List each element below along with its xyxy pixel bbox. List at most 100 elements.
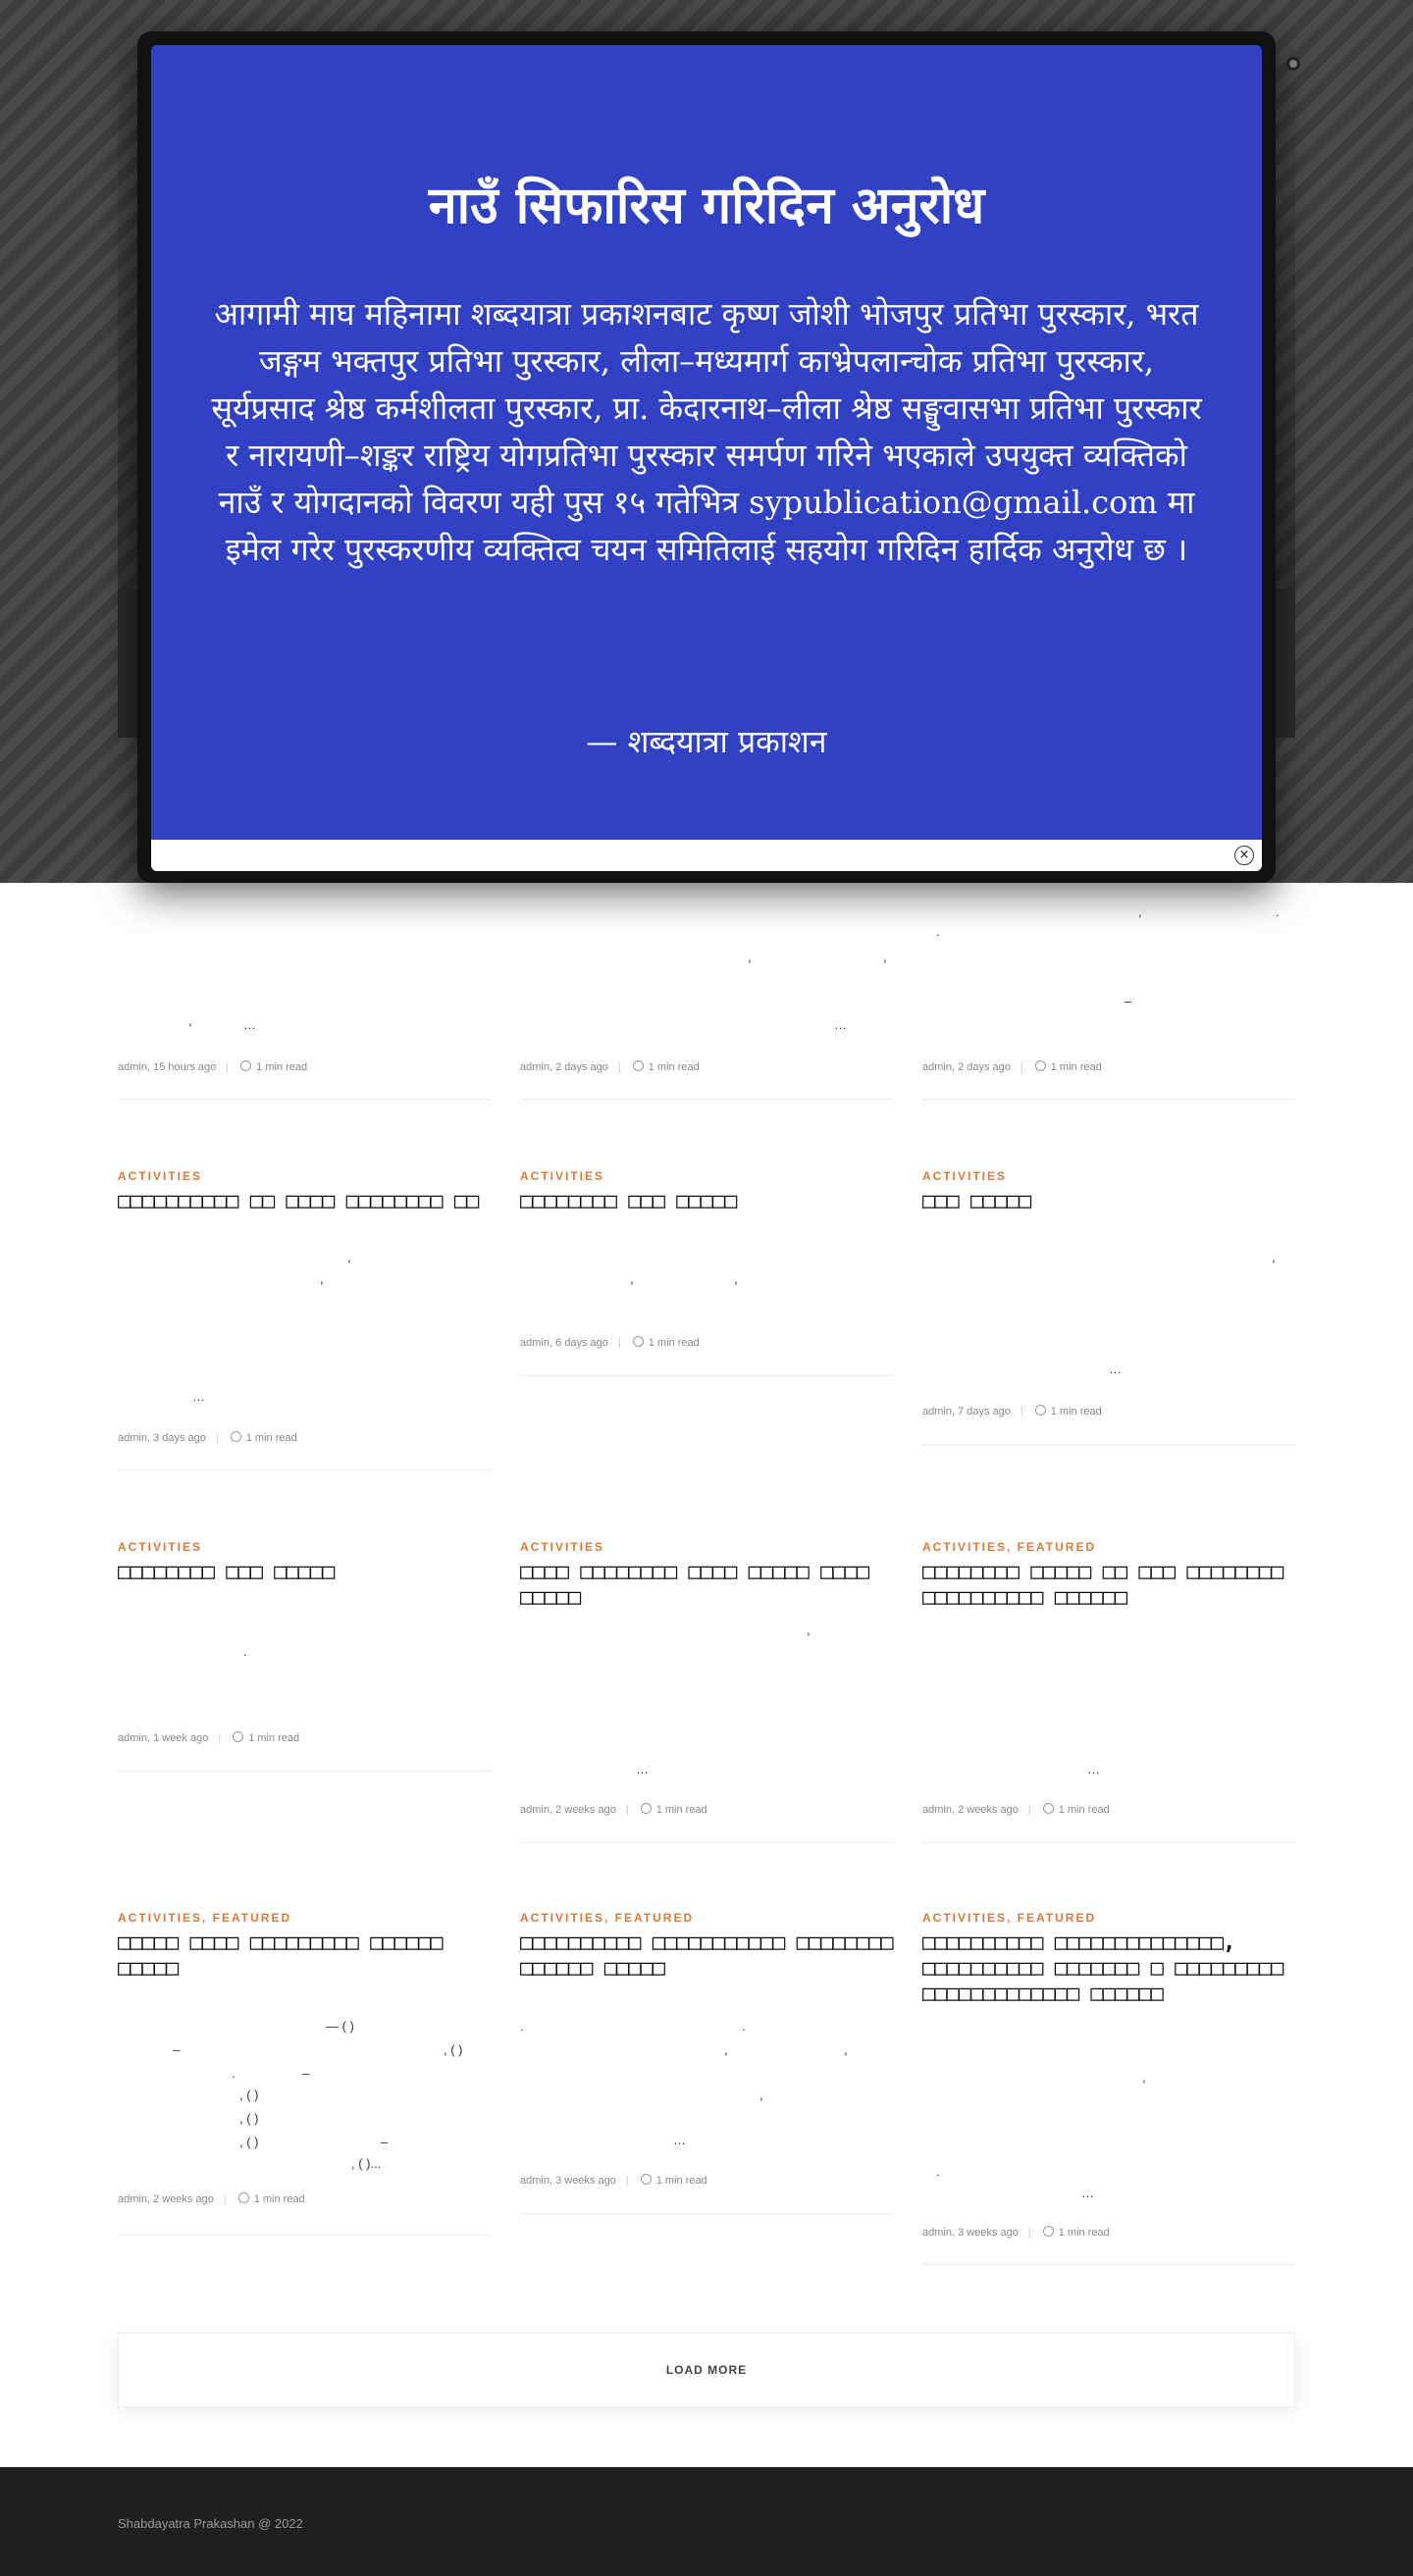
divider <box>922 1099 1295 1100</box>
modal-signature: — शब्दयात्रा प्रकाशन <box>586 723 827 760</box>
post-category[interactable]: ACTIVITIES <box>922 1169 1295 1183</box>
post-category[interactable]: ACTIVITIES, FEATURED <box>520 1911 893 1925</box>
excerpt-fragment: … <box>1081 2186 1094 2200</box>
post-card[interactable]: ACTIVITIES □□□□□□□□□□ □□ □□□□ □□□□□□□□ □… <box>118 1169 491 1470</box>
read-time: 1 min read <box>253 2193 305 2205</box>
post-category[interactable]: ACTIVITIES, FEATURED <box>922 1540 1295 1554</box>
clock-icon <box>233 1731 244 1742</box>
load-more-button[interactable]: LOAD MORE <box>118 2333 1295 2407</box>
excerpt-fragment: , <box>347 1250 351 1264</box>
excerpt-fragment: – <box>381 2135 389 2149</box>
read-time: 1 min read <box>256 1061 308 1073</box>
excerpt-fragment: — ( ) <box>326 2019 354 2034</box>
post-title[interactable]: □□□□□□□□ □□□□□ □□ □□□ □□□□□□□□ □□□□□□□□□… <box>922 1560 1295 1611</box>
post-category[interactable]: ACTIVITIES <box>118 1540 491 1554</box>
excerpt-fragment: … <box>673 2133 686 2147</box>
excerpt-fragment: , <box>734 1271 738 1286</box>
clock-icon <box>1034 1060 1046 1071</box>
read-time: 1 min read <box>245 1432 297 1444</box>
post-category[interactable]: ACTIVITIES <box>520 1540 893 1554</box>
post-author-date: admin, 3 weeks ago <box>520 2175 616 2187</box>
post-title[interactable]: □□□□□□□□□□ □□□□□□□□□□□ □□□□□□□□ □□□□□□ □… <box>520 1931 894 1982</box>
post-author-date: admin, 2 weeks ago <box>118 2193 214 2205</box>
post-card[interactable]: ACTIVITIES □□□ □□□□□ , … admin, 7 days a… <box>922 1169 1295 1445</box>
divider <box>520 1099 893 1100</box>
post-author-date: admin, 1 week ago <box>118 1732 209 1744</box>
post-card[interactable]: , . . – admin, 2 days ago | 1 min read <box>922 883 1295 1101</box>
post-category[interactable]: ACTIVITIES <box>520 1169 893 1183</box>
settings-icon[interactable] <box>1286 57 1300 71</box>
excerpt-fragment: . <box>936 2164 940 2179</box>
post-title[interactable]: □□□□□□□□□□ □□□□□□□□□□□□□□, □□□□□□□□□□ □□… <box>922 1931 1295 2007</box>
clock-icon <box>640 2174 652 2185</box>
excerpt-fragment: … <box>243 1017 256 1032</box>
post-title[interactable]: □□□□□□□□ □□□ □□□□□ <box>520 1189 893 1214</box>
modal-title: नाउँ सिफारिस गरिदिन अनुरोध <box>428 176 985 235</box>
post-category[interactable]: ACTIVITIES, FEATURED <box>118 1911 491 1925</box>
excerpt-fragment: , ( ) <box>444 2042 463 2057</box>
modal-footer: × <box>151 840 1262 871</box>
post-card[interactable]: ACTIVITIES, FEATURED □□□□□□□□□□ □□□□□□□□… <box>922 1911 1295 2265</box>
divider <box>922 2264 1295 2265</box>
excerpt-fragment: … <box>1087 1762 1100 1777</box>
excerpt-fragment: – <box>1125 994 1132 1008</box>
excerpt-fragment: , <box>1272 1250 1276 1264</box>
excerpt-fragment: , <box>844 2042 848 2057</box>
post-author-date: admin, 2 days ago <box>922 1061 1011 1073</box>
divider <box>922 1444 1295 1445</box>
read-time: 1 min read <box>655 2175 707 2187</box>
excerpt-fragment: , <box>759 2087 763 2102</box>
excerpt-fragment: , ( ) <box>239 2135 259 2149</box>
post-title[interactable]: □□□ □□□□□ <box>922 1189 1295 1214</box>
post-author-date: admin, 15 hours ago <box>118 1061 217 1073</box>
read-time: 1 min read <box>1050 1061 1102 1073</box>
excerpt-fragment: , <box>748 950 752 964</box>
post-card[interactable]: ACTIVITIES □□□□□□□□ □□□ □□□□□ . admin, 1… <box>118 1540 491 1772</box>
excerpt-fragment: . <box>232 2066 236 2081</box>
post-meta: admin, 1 week ago | 1 min read <box>118 1731 300 1744</box>
excerpt-fragment: … <box>192 1389 205 1404</box>
excerpt-fragment: , <box>320 1271 324 1286</box>
excerpt-fragment: – <box>302 2066 310 2081</box>
clock-icon <box>1034 1405 1046 1416</box>
clock-icon <box>1042 1803 1054 1814</box>
post-card[interactable]: ACTIVITIES □□□□ □□□□□□□□ □□□□ □□□□□ □□□□… <box>520 1540 893 1843</box>
post-author-date: admin, 2 weeks ago <box>922 1804 1019 1816</box>
excerpt-fragment: . <box>243 1644 247 1659</box>
post-author-date: admin, 2 weeks ago <box>520 1804 616 1816</box>
post-title[interactable]: □□□□ □□□□□□□□ □□□□ □□□□□ □□□□ □□□□□ <box>520 1560 893 1611</box>
post-title[interactable]: □□□□□□□□ □□□ □□□□□ <box>118 1560 491 1585</box>
close-icon[interactable]: × <box>1234 846 1254 865</box>
post-category[interactable]: ACTIVITIES <box>118 1169 491 1183</box>
post-meta: admin, 3 weeks ago | 1 min read <box>520 2174 707 2187</box>
modal-content: नाउँ सिफारिस गरिदिन अनुरोध आगामी माघ महि… <box>151 45 1262 840</box>
announcement-modal: नाउँ सिफारिस गरिदिन अनुरोध आगामी माघ महि… <box>137 31 1276 883</box>
divider <box>520 2213 893 2214</box>
excerpt-fragment: – <box>173 2042 181 2057</box>
post-card[interactable]: ACTIVITIES □□□□□□□□ □□□ □□□□□ , , admin,… <box>520 1169 893 1376</box>
post-card[interactable]: ACTIVITIES, FEATURED □□□□□□□□□□ □□□□□□□□… <box>520 1911 894 2214</box>
post-card[interactable]: ACTIVITIES, FEATURED □□□□□□□□ □□□□□ □□ □… <box>922 1540 1295 1843</box>
footer: Shabdayatra Prakashan @ 2022 <box>0 2467 1413 2576</box>
post-title[interactable]: □□□□□ □□□□ □□□□□□□□□ □□□□□□ □□□□□ <box>118 1931 491 1982</box>
post-meta: admin, 2 days ago | 1 min read <box>922 1060 1102 1073</box>
excerpt-fragment: , ( )... <box>351 2156 382 2171</box>
divider <box>118 2235 491 2236</box>
post-meta: admin, 6 days ago | 1 min read <box>520 1336 700 1349</box>
post-meta: admin, 7 days ago | 1 min read <box>922 1405 1102 1417</box>
post-meta: admin, 2 weeks ago | 1 min read <box>922 1803 1110 1816</box>
post-card[interactable]: ACTIVITIES, FEATURED □□□□□ □□□□ □□□□□□□□… <box>118 1911 491 2236</box>
excerpt-fragment: … <box>834 1017 847 1032</box>
post-card[interactable]: , … admin, 15 hours ago | 1 min read <box>118 883 491 1101</box>
post-category[interactable]: ACTIVITIES, FEATURED <box>922 1911 1295 1925</box>
read-time: 1 min read <box>248 1732 300 1744</box>
divider <box>922 1842 1295 1843</box>
post-card[interactable]: , , … admin, 2 days ago | 1 min read <box>520 883 893 1101</box>
read-time: 1 min read <box>1050 1406 1102 1417</box>
read-time: 1 min read <box>648 1061 700 1073</box>
post-title[interactable]: □□□□□□□□□□ □□ □□□□ □□□□□□□□ □□ <box>118 1189 491 1214</box>
clock-icon <box>640 1803 652 1814</box>
clock-icon <box>1042 2226 1054 2237</box>
divider <box>118 1771 491 1772</box>
excerpt-fragment: , ( ) <box>239 2087 259 2102</box>
